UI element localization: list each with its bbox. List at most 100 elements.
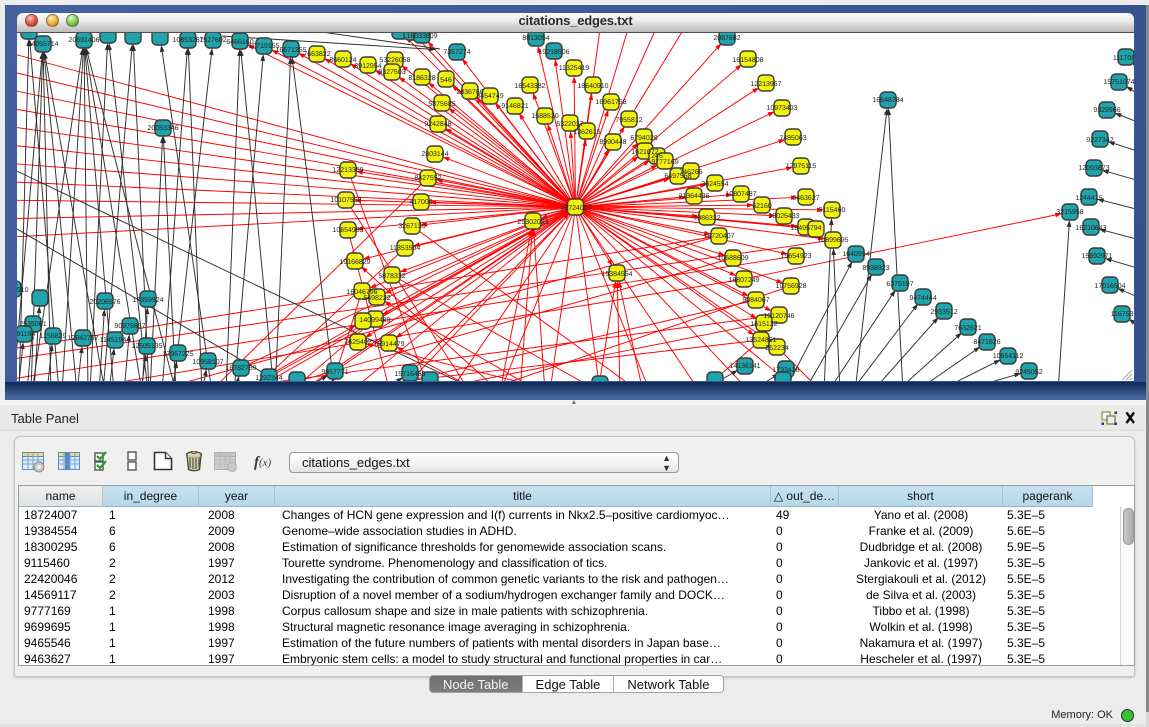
svg-text:7632621: 7632621	[954, 325, 981, 332]
svg-text:9115460: 9115460	[819, 207, 846, 214]
svg-text:10688609: 10688609	[717, 255, 748, 262]
svg-text:18807249: 18807249	[728, 277, 759, 284]
svg-text:19756928: 19756928	[775, 283, 806, 290]
svg-text:3624554: 3624554	[701, 181, 728, 188]
svg-text:546: 546	[440, 77, 452, 84]
svg-text:1117064: 1117064	[1113, 55, 1134, 62]
svg-text:8454749: 8454749	[476, 93, 503, 100]
svg-text:17016504: 17016504	[1094, 283, 1125, 290]
svg-text:2535061: 2535061	[19, 321, 46, 328]
svg-text:25302033: 25302033	[517, 219, 548, 226]
svg-text:16671355: 16671355	[275, 47, 306, 54]
svg-text:5498222: 5498222	[363, 295, 390, 302]
svg-text:19218506: 19218506	[538, 49, 569, 56]
svg-text:10107552: 10107552	[330, 197, 361, 204]
svg-text:15716485: 15716485	[394, 371, 425, 378]
svg-text:14136141: 14136141	[729, 363, 760, 370]
svg-text:16543382: 16543382	[514, 83, 545, 90]
svg-text:10899695: 10899695	[817, 237, 848, 244]
svg-text:10654983: 10654983	[332, 227, 363, 234]
svg-text:11325419: 11325419	[559, 65, 590, 72]
svg-text:6379197: 6379197	[886, 281, 913, 288]
svg-text:17359924: 17359924	[132, 297, 163, 304]
svg-text:17957225: 17957225	[162, 351, 193, 358]
svg-text:9227342: 9227342	[1086, 137, 1113, 144]
svg-text:391194: 391194	[17, 331, 36, 338]
svg-text:19166829: 19166829	[339, 259, 370, 266]
svg-text:15692971: 15692971	[1081, 253, 1112, 260]
svg-text:18495794: 18495794	[790, 225, 821, 232]
svg-text:9329966: 9329966	[1093, 107, 1120, 114]
svg-text:7357274: 7357274	[443, 49, 470, 56]
svg-text:8938923: 8938923	[862, 265, 889, 272]
svg-text:11353594: 11353594	[390, 245, 421, 252]
svg-text:16914479: 16914479	[373, 341, 404, 348]
svg-text:90975867: 90975867	[114, 323, 145, 330]
svg-text:14099489: 14099489	[359, 317, 390, 324]
svg-text:3267130: 3267130	[398, 223, 425, 230]
svg-text:16961758: 16961758	[595, 99, 626, 106]
svg-text:7485063: 7485063	[779, 135, 806, 142]
svg-text:1733426: 1733426	[772, 367, 799, 374]
svg-text:6794028: 6794028	[630, 135, 657, 142]
svg-text:9084067: 9084067	[742, 297, 769, 304]
svg-text:16210643: 16210643	[1075, 225, 1106, 232]
svg-text:12505135: 12505135	[131, 343, 162, 350]
svg-text:8813054: 8813054	[522, 35, 549, 42]
svg-text:9463627: 9463627	[792, 195, 819, 202]
svg-text:12093873: 12093873	[1078, 165, 1109, 172]
svg-text:8427552: 8427552	[414, 175, 441, 182]
svg-text:7955812: 7955812	[615, 117, 642, 124]
svg-text:7663822: 7663822	[303, 51, 330, 58]
svg-text:9777169: 9777169	[651, 159, 678, 166]
svg-text:16782759: 16782759	[225, 365, 256, 372]
svg-text:8660124: 8660124	[329, 57, 356, 64]
svg-text:18724007: 18724007	[560, 205, 591, 212]
svg-text:12213369: 12213369	[332, 167, 363, 174]
svg-text:7625402: 7625402	[344, 339, 371, 346]
svg-text:15720407: 15720407	[703, 233, 734, 240]
svg-text:9245052: 9245052	[1015, 369, 1042, 376]
svg-text:20691406: 20691406	[68, 37, 99, 44]
svg-text:53226058: 53226058	[379, 57, 410, 64]
svg-text:10120746: 10120746	[763, 313, 794, 320]
svg-text:10958107: 10958107	[192, 359, 223, 366]
svg-text:8990448: 8990448	[599, 139, 626, 146]
svg-text:19384554: 19384554	[601, 271, 632, 278]
svg-text:2087682: 2087682	[713, 35, 740, 42]
svg-text:16154808: 16154808	[732, 57, 763, 64]
svg-text:1362615: 1362615	[573, 129, 600, 136]
svg-text:16033809: 16033809	[406, 33, 437, 40]
svg-text:9474444: 9474444	[909, 295, 936, 302]
svg-text:(x): (x)	[259, 457, 272, 469]
svg-text:10973493: 10973493	[766, 105, 797, 112]
svg-text:2933512: 2933512	[930, 309, 957, 316]
svg-text:3215958: 3215958	[1056, 209, 1083, 216]
svg-text:1527602: 1527602	[199, 37, 226, 44]
svg-text:5878332: 5878332	[378, 273, 405, 280]
svg-text:116753: 116753	[1111, 311, 1134, 318]
svg-text:15751074: 15751074	[1103, 79, 1134, 86]
svg-text:1588520: 1588520	[531, 113, 558, 120]
svg-text:8186328: 8186328	[408, 75, 435, 82]
svg-text:12975115: 12975115	[786, 163, 817, 170]
svg-text:18640910: 18640910	[577, 83, 608, 90]
svg-text:1244415: 1244415	[1075, 195, 1102, 202]
svg-text:25266910: 25266910	[17, 287, 29, 294]
svg-text:10807487: 10807487	[725, 191, 756, 198]
svg-text:11451944: 11451944	[100, 337, 131, 344]
svg-text:9857771: 9857771	[321, 369, 348, 376]
svg-text:20206576: 20206576	[89, 299, 120, 306]
svg-text:20053346: 20053346	[147, 125, 178, 132]
svg-text:5875685: 5875685	[428, 101, 455, 108]
svg-text:1615132: 1615132	[750, 321, 777, 328]
svg-text:9146821: 9146821	[501, 103, 528, 110]
svg-text:12213967: 12213967	[750, 81, 781, 88]
svg-text:417006: 417006	[409, 199, 432, 206]
svg-text:14055714: 14055714	[27, 41, 58, 48]
svg-text:1640954: 1640954	[842, 251, 869, 258]
svg-text:1156829: 1156829	[40, 333, 67, 340]
svg-text:16648784: 16648784	[872, 97, 903, 104]
svg-text:2803144: 2803144	[421, 151, 448, 158]
svg-text:252234: 252234	[765, 345, 788, 352]
